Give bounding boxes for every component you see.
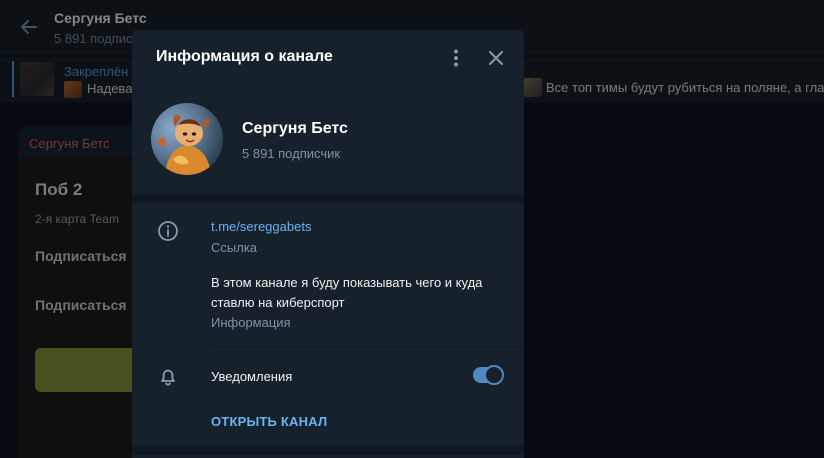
- notifications-toggle[interactable]: [473, 365, 504, 385]
- channel-link[interactable]: t.me/sereggabets: [211, 219, 311, 234]
- section-separator: [132, 194, 524, 203]
- open-channel-button[interactable]: ОТКРЫТЬ КАНАЛ: [211, 414, 327, 429]
- channel-description: В этом канале я буду показывать чего и к…: [211, 275, 483, 310]
- more-vertical-icon[interactable]: [444, 46, 468, 70]
- section-separator-bottom: [132, 446, 524, 455]
- toggle-knob: [484, 365, 504, 385]
- channel-name: Сергуня Бетс: [242, 120, 348, 137]
- link-label: Ссылка: [211, 240, 258, 255]
- close-icon[interactable]: [484, 46, 508, 70]
- description-label: Информация: [211, 315, 291, 330]
- subscriber-count: 5 891 подписчик: [242, 146, 341, 161]
- divider: [211, 346, 524, 347]
- notifications-label: Уведомления: [211, 369, 293, 384]
- channel-avatar[interactable]: [151, 103, 223, 175]
- dialog-title: Информация о канале: [156, 48, 333, 65]
- bell-icon: [156, 364, 180, 388]
- info-icon: [156, 219, 180, 243]
- channel-info-dialog: Информация о канале Сергуня Бетс 5 891 п…: [132, 30, 524, 458]
